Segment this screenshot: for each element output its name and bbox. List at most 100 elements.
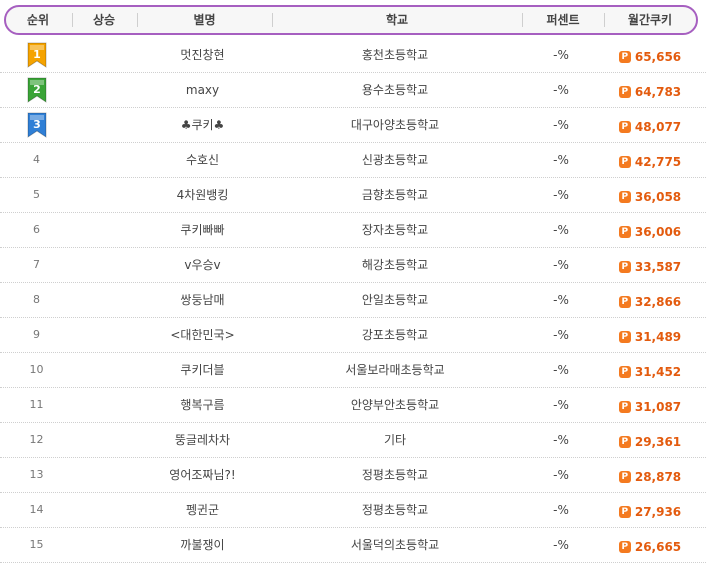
cookie-icon: P	[618, 401, 631, 413]
school-name: 기타	[383, 433, 407, 447]
cookie-value: 48,077	[634, 120, 682, 134]
nickname: 수호신	[185, 153, 220, 167]
percent-value: -%	[553, 118, 569, 132]
rank-number: 11	[29, 398, 44, 411]
rank-change	[70, 458, 134, 492]
cookie-amount: P 29,361	[618, 425, 682, 459]
cookie-amount: P 33,587	[618, 250, 682, 284]
cookie-icon: P	[618, 366, 631, 378]
school-name: 대구아양초등학교	[350, 118, 440, 132]
percent-value: -%	[553, 538, 569, 552]
rank-number: 3	[33, 118, 41, 131]
percent-value: -%	[553, 328, 569, 342]
cookie-value: 64,783	[634, 85, 682, 99]
header-nickname: 별명	[193, 13, 216, 27]
rank-number: 13	[29, 468, 44, 481]
rank-change	[70, 318, 134, 352]
rank-number: 14	[29, 503, 44, 516]
rank-number: 6	[33, 223, 40, 236]
cookie-amount: P 48,077	[618, 110, 682, 144]
nickname: 쿠키더블	[180, 363, 225, 377]
cookie-icon: P	[618, 191, 631, 203]
nickname: 까불쟁이	[180, 538, 225, 552]
cookie-amount: P 26,665	[618, 530, 682, 564]
monthly-cookie-cell: P 48,077	[602, 108, 698, 142]
rank-number: 8	[33, 293, 40, 306]
monthly-cookie-cell: P 28,878	[602, 458, 698, 492]
percent-value: -%	[553, 223, 569, 237]
table-row: 3 ♣쿠키♣ 대구아양초등학교 -% P 48,077	[0, 108, 706, 143]
header-monthly-cookie: 월간쿠키	[627, 13, 673, 27]
cookie-amount: P 36,058	[618, 180, 682, 214]
school-name: 장자초등학교	[361, 223, 429, 237]
nickname: 멋진창현	[180, 48, 225, 62]
school-name: 정평초등학교	[361, 503, 429, 517]
school-name: 용수초등학교	[361, 83, 429, 97]
rank-number: 4	[33, 153, 40, 166]
header-rank: 순위	[26, 13, 50, 27]
school-name: 안일초등학교	[361, 293, 429, 307]
rank-medal-icon: 3	[4, 108, 69, 142]
cookie-amount: P 27,936	[618, 495, 681, 529]
monthly-cookie-cell: P 42,775	[602, 143, 698, 177]
school-name: 금향초등학교	[361, 188, 429, 202]
nickname: ♣쿠키♣	[180, 118, 225, 132]
school-name: 서울보라매초등학교	[345, 363, 445, 377]
table-row: 14 펭귄군 정평초등학교 -% P 27,936	[0, 493, 706, 528]
nickname: 쌍둥남매	[180, 293, 225, 307]
school-name: 서울덕의초등학교	[350, 538, 440, 552]
monthly-cookie-cell: P 64,783	[602, 73, 698, 107]
school-name: 안양부안초등학교	[350, 398, 440, 412]
cookie-value: 29,361	[634, 435, 682, 449]
percent-value: -%	[553, 83, 569, 97]
table-row: 4 수호신 신광초등학교 -% P 42,775	[0, 143, 706, 178]
rank-change	[70, 213, 134, 247]
nickname: 영어조짜님?!	[169, 468, 236, 482]
percent-value: -%	[553, 188, 569, 202]
table-row: 12 뚱글레차차 기타 -% P 29,361	[0, 423, 706, 458]
ribbon-badge-icon: 3	[27, 112, 47, 138]
rank-number: 1	[33, 48, 41, 61]
cookie-amount: P 28,878	[618, 460, 682, 494]
monthly-cookie-cell: P 31,489	[602, 318, 698, 352]
cookie-value: 26,665	[634, 540, 682, 554]
percent-value: -%	[553, 503, 569, 517]
school-name: 홍천초등학교	[361, 48, 429, 62]
table-row: 10 쿠키더블 서울보라매초등학교 -% P 31,452	[0, 353, 706, 388]
cookie-value: 31,452	[634, 365, 682, 379]
cookie-amount: P 42,775	[618, 145, 681, 179]
cookie-icon: P	[618, 261, 631, 273]
table-row: 9 <대한민국> 강포초등학교 -% P 31,489	[0, 318, 706, 353]
school-name: 정평초등학교	[361, 468, 429, 482]
school-name: 신광초등학교	[361, 153, 429, 167]
percent-value: -%	[553, 258, 569, 272]
monthly-cookie-cell: P 29,361	[602, 423, 698, 457]
rank-change	[70, 178, 134, 212]
header-rise: 상승	[92, 13, 116, 27]
ranking-table-header: 순위 상승 별명 학교 퍼센트 월간쿠키	[4, 5, 698, 35]
school-name: 해강초등학교	[361, 258, 429, 272]
table-row: 15 까불쟁이 서울덕의초등학교 -% P 26,665	[0, 528, 706, 563]
rank-number: 7	[33, 258, 40, 271]
nickname: 펭귄군	[185, 503, 220, 517]
rank-medal-icon: 1	[4, 38, 69, 72]
cookie-value: 33,587	[634, 260, 682, 274]
cookie-value: 28,878	[634, 470, 682, 484]
cookie-value: 31,087	[634, 400, 682, 414]
cookie-value: 36,058	[634, 190, 682, 204]
cookie-value: 36,006	[634, 225, 682, 239]
nickname: 뚱글레차차	[174, 433, 231, 447]
table-row: 11 행복구름 안양부안초등학교 -% P 31,087	[0, 388, 706, 423]
table-row: 8 쌍둥남매 안일초등학교 -% P 32,866	[0, 283, 706, 318]
cookie-icon: P	[618, 226, 631, 238]
rank-change	[70, 528, 134, 562]
monthly-cookie-cell: P 27,936	[602, 493, 698, 527]
ribbon-badge-icon: 2	[27, 77, 47, 103]
monthly-cookie-cell: P 31,087	[602, 388, 698, 422]
nickname: 쿠키빠빠	[180, 223, 225, 237]
percent-value: -%	[553, 433, 569, 447]
nickname: 4차원뱅킹	[176, 188, 229, 202]
percent-value: -%	[553, 363, 569, 377]
nickname: maxy	[185, 83, 220, 97]
rank-change	[70, 283, 134, 317]
